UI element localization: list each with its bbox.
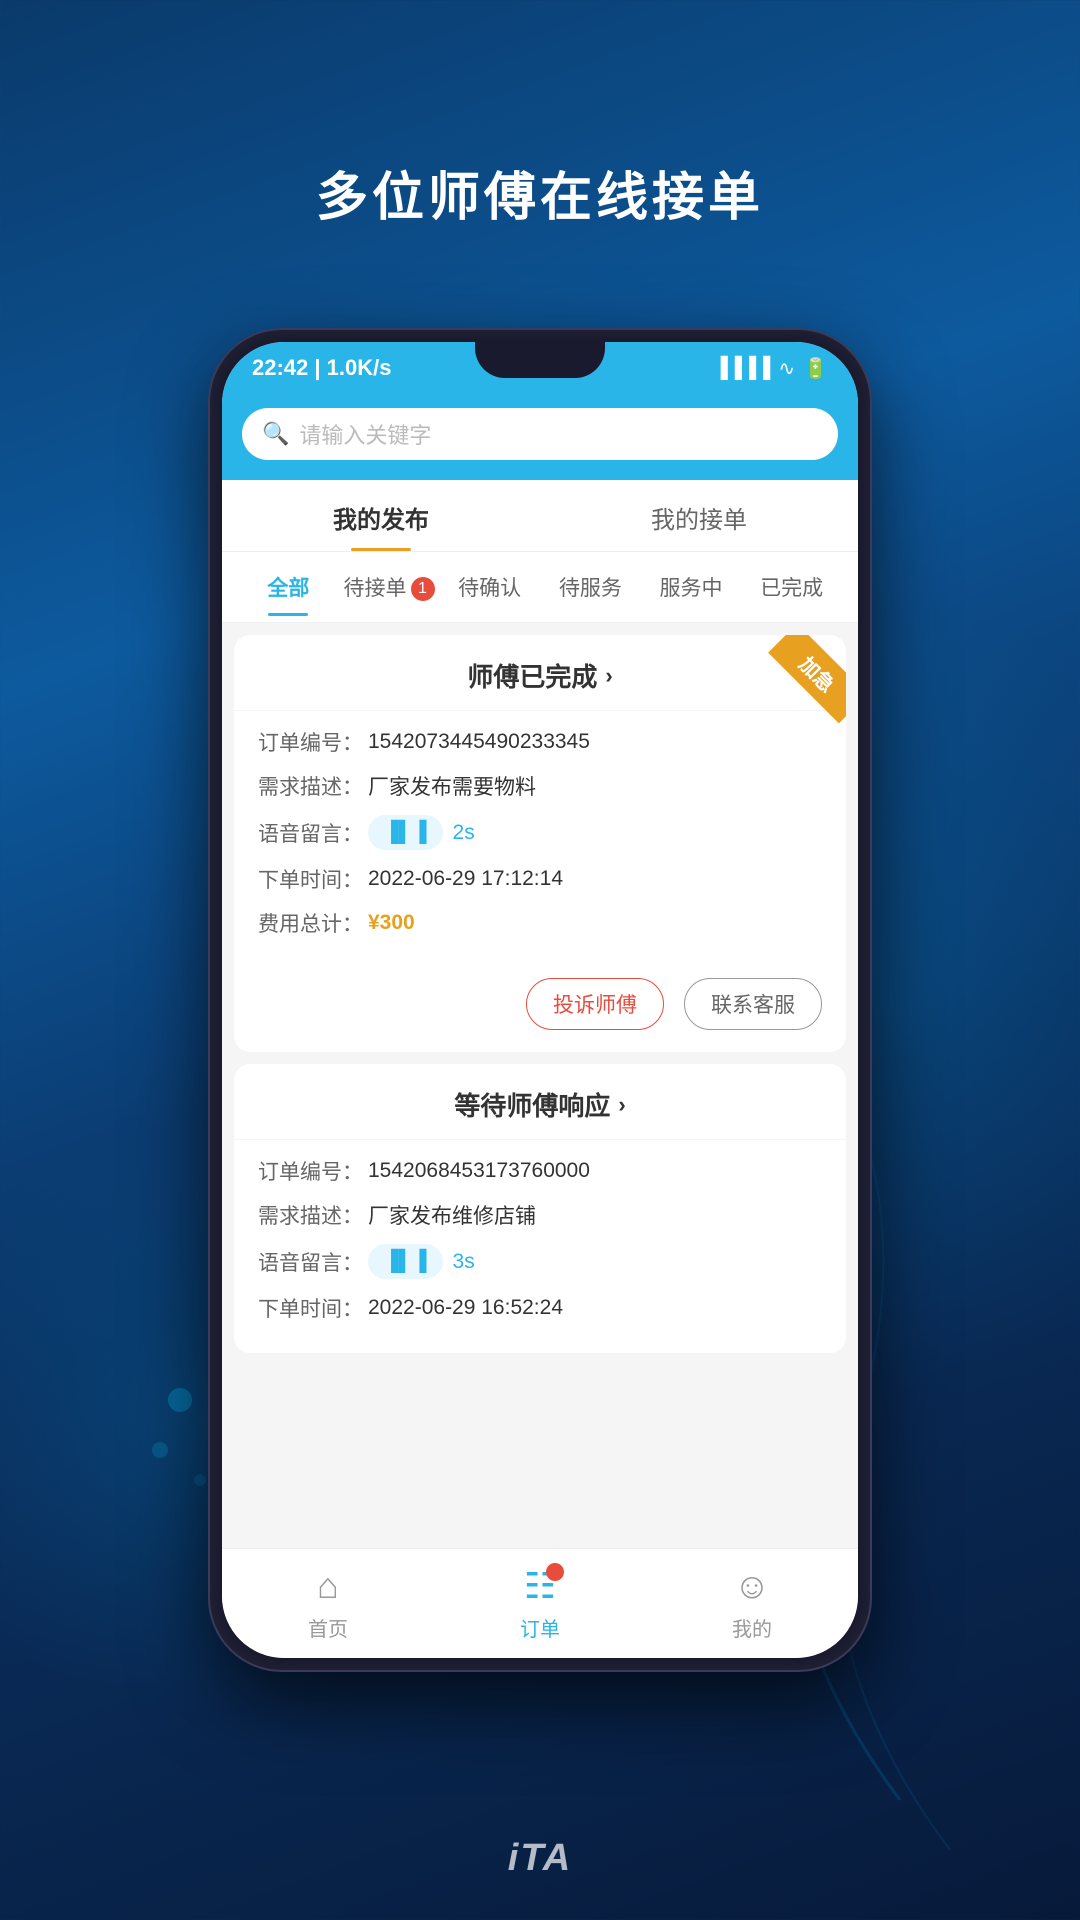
order-time-label-2: 下单时间：	[258, 1293, 368, 1323]
complaint-button[interactable]: 投诉师傅	[526, 978, 664, 1030]
nav-profile-label: 我的	[732, 1613, 772, 1642]
voice-play-btn-1[interactable]: ▐▌▐	[368, 815, 443, 850]
order-time-row-1: 下单时间： 2022-06-29 17:12:14	[258, 864, 822, 894]
card-body-2: 订单编号： 1542068453173760000 需求描述： 厂家发布维修店铺…	[234, 1140, 846, 1353]
subtab-pending[interactable]: 待接单1	[339, 562, 440, 612]
voice-message-1[interactable]: ▐▌▐ 2s	[368, 815, 475, 850]
order-voice-label-2: 语音留言：	[258, 1247, 368, 1277]
order-desc-label-2: 需求描述：	[258, 1200, 368, 1230]
order-voice-label-1: 语音留言：	[258, 818, 368, 848]
order-fee-row-1: 费用总计： ¥300	[258, 908, 822, 938]
order-time-row-2: 下单时间： 2022-06-29 16:52:24	[258, 1293, 822, 1323]
contact-service-button[interactable]: 联系客服	[684, 978, 822, 1030]
battery-icon: 🔋	[803, 356, 828, 381]
voice-message-2[interactable]: ▐▌▐ 3s	[368, 1244, 475, 1279]
nav-orders[interactable]: ☷ 订单	[434, 1565, 646, 1642]
card-title-2: 等待师傅响应	[454, 1086, 610, 1123]
order-card-2: 等待师傅响应 › 订单编号： 1542068453173760000 需求描述：…	[234, 1064, 846, 1353]
order-id-value-1: 154207344549023​3345	[368, 730, 590, 754]
card-actions-1: 投诉师傅 联系客服	[234, 968, 846, 1052]
signal-icon: ▐▐▐▐	[714, 357, 771, 380]
order-desc-value-2: 厂家发布维修店铺	[368, 1200, 536, 1230]
order-fee-value-1: ¥300	[368, 911, 415, 935]
sub-tabs: 全部 待接单1 待确认 待服务 服务中 已完成	[222, 552, 858, 623]
order-time-value-2: 2022-06-29 16:52:24	[368, 1296, 563, 1320]
subtab-serving[interactable]: 服务中	[641, 562, 742, 612]
ita-label: iTA	[508, 1837, 572, 1880]
status-bar: 22:42 | 1.0K/s ▐▐▐▐ ∿ 🔋	[222, 342, 858, 394]
search-bar[interactable]: 🔍 请输入关键字	[242, 408, 838, 460]
order-id-value-2: 1542068453173760000	[368, 1159, 590, 1183]
bottom-nav: ⌂ 首页 ☷ 订单 ☺ 我的	[222, 1548, 858, 1658]
order-id-label-1: 订单编号：	[258, 727, 368, 757]
status-time: 22:42 | 1.0K/s	[252, 355, 391, 381]
nav-orders-label: 订单	[520, 1613, 560, 1642]
order-desc-label-1: 需求描述：	[258, 771, 368, 801]
nav-home-label: 首页	[308, 1613, 348, 1642]
order-id-row-1: 订单编号： 154207344549023​3345	[258, 727, 822, 757]
card-title-1: 师傅已完成	[467, 657, 597, 694]
order-time-value-1: 2022-06-29 17:12:14	[368, 867, 563, 891]
main-tabs: 我的发布 我的接单	[222, 480, 858, 552]
voice-duration-2: 3s	[453, 1250, 475, 1274]
phone-mockup: 22:42 | 1.0K/s ▐▐▐▐ ∿ 🔋 🔍 请输入关键字	[210, 330, 870, 1670]
tab-my-orders[interactable]: 我的接单	[540, 480, 858, 551]
card-header-1[interactable]: 师傅已完成 ›	[234, 635, 846, 711]
subtab-confirm[interactable]: 待确认	[439, 562, 540, 612]
voice-play-btn-2[interactable]: ▐▌▐	[368, 1244, 443, 1279]
arrow-icon-2: ›	[618, 1092, 625, 1118]
nav-home[interactable]: ⌂ 首页	[222, 1565, 434, 1642]
order-id-label-2: 订单编号：	[258, 1156, 368, 1186]
tab-my-publish[interactable]: 我的发布	[222, 480, 540, 551]
wifi-icon: ∿	[778, 356, 795, 381]
order-voice-row-2: 语音留言： ▐▌▐ 3s	[258, 1244, 822, 1279]
search-placeholder: 请输入关键字	[299, 418, 431, 450]
voice-duration-1: 2s	[453, 821, 475, 845]
order-desc-row-1: 需求描述： 厂家发布需要物料	[258, 771, 822, 801]
order-card-1: 师傅已完成 › 订单编号： 154207344549023​3345 需求描述：…	[234, 635, 846, 1052]
subtab-service[interactable]: 待服务	[540, 562, 641, 612]
order-id-row-2: 订单编号： 1542068453173760000	[258, 1156, 822, 1186]
order-voice-row-1: 语音留言： ▐▌▐ 2s	[258, 815, 822, 850]
search-icon: 🔍	[262, 421, 289, 447]
subtab-done[interactable]: 已完成	[741, 562, 842, 612]
subtab-all[interactable]: 全部	[238, 562, 339, 612]
app-header: 🔍 请输入关键字	[222, 394, 858, 480]
waveform-icon-1: ▐▌▐	[384, 821, 427, 844]
content-area: 师傅已完成 › 订单编号： 154207344549023​3345 需求描述：…	[222, 623, 858, 1548]
page-title: 多位师傅在线接单	[0, 155, 1080, 230]
waveform-icon-2: ▐▌▐	[384, 1250, 427, 1273]
status-icons: ▐▐▐▐ ∿ 🔋	[714, 356, 828, 381]
order-desc-value-1: 厂家发布需要物料	[368, 771, 536, 801]
order-desc-row-2: 需求描述： 厂家发布维修店铺	[258, 1200, 822, 1230]
card-header-2[interactable]: 等待师傅响应 ›	[234, 1064, 846, 1140]
arrow-icon-1: ›	[605, 663, 612, 689]
card-body-1: 订单编号： 154207344549023​3345 需求描述： 厂家发布需要物…	[234, 711, 846, 968]
person-icon: ☺	[734, 1565, 771, 1607]
nav-profile[interactable]: ☺ 我的	[646, 1565, 858, 1642]
pending-badge: 1	[411, 577, 435, 601]
order-nav-badge	[546, 1563, 564, 1581]
notch	[475, 342, 605, 378]
ribbon-urgent	[756, 635, 846, 725]
home-icon: ⌂	[317, 1565, 339, 1607]
order-time-label-1: 下单时间：	[258, 864, 368, 894]
order-fee-label-1: 费用总计：	[258, 908, 368, 938]
